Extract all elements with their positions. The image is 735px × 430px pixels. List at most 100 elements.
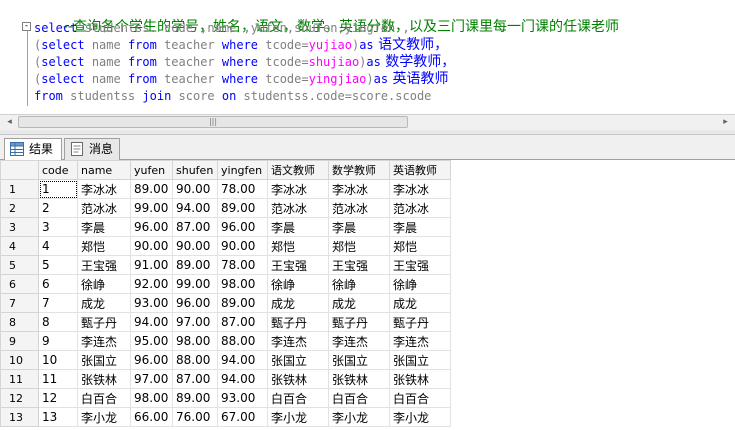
- table-cell[interactable]: 郑恺: [328, 236, 390, 256]
- table-cell[interactable]: 张铁林: [267, 369, 329, 389]
- table-cell[interactable]: 99.00: [172, 274, 218, 294]
- table-row[interactable]: 11 11 张铁林 97.00 87.00 94.00 张铁林 张铁林 张铁林: [0, 369, 451, 389]
- table-cell[interactable]: 12: [38, 388, 78, 408]
- table-cell[interactable]: 98.00: [217, 274, 268, 294]
- table-cell[interactable]: 张国立: [77, 350, 131, 370]
- table-cell[interactable]: 白百合: [328, 388, 390, 408]
- table-row[interactable]: 4 4 郑恺 90.00 90.00 90.00 郑恺 郑恺 郑恺: [0, 236, 451, 256]
- tab-messages[interactable]: 消息: [64, 138, 120, 160]
- row-number[interactable]: 2: [0, 198, 39, 218]
- table-cell[interactable]: 李冰冰: [267, 179, 329, 199]
- table-cell[interactable]: 郑恺: [77, 236, 131, 256]
- table-cell[interactable]: 87.00: [172, 369, 218, 389]
- row-number[interactable]: 9: [0, 331, 39, 351]
- table-cell[interactable]: 8: [38, 312, 78, 332]
- scroll-right-arrow-icon[interactable]: ▸: [718, 116, 733, 129]
- table-cell[interactable]: 90.00: [172, 179, 218, 199]
- row-number-header[interactable]: [0, 160, 39, 180]
- table-cell[interactable]: 78.00: [217, 179, 268, 199]
- table-cell[interactable]: 96.00: [130, 217, 173, 237]
- table-cell[interactable]: 成龙: [328, 293, 390, 313]
- table-cell[interactable]: 2: [38, 198, 78, 218]
- table-cell[interactable]: 89.00: [217, 198, 268, 218]
- row-number[interactable]: 10: [0, 350, 39, 370]
- table-row[interactable]: 5 5 王宝强 91.00 89.00 78.00 王宝强 王宝强 王宝强: [0, 255, 451, 275]
- column-header[interactable]: name: [77, 160, 131, 180]
- tab-results[interactable]: 结果: [4, 138, 62, 161]
- table-cell[interactable]: 李小龙: [267, 407, 329, 427]
- table-cell[interactable]: 89.00: [217, 293, 268, 313]
- table-cell[interactable]: 98.00: [172, 331, 218, 351]
- table-cell[interactable]: 89.00: [172, 255, 218, 275]
- sql-editor[interactable]: - --查询各个学生的学号，姓名，语文，数学，英语分数，以及三门课里每一门课的任…: [0, 0, 735, 114]
- table-cell[interactable]: 7: [38, 293, 78, 313]
- table-cell[interactable]: 88.00: [172, 350, 218, 370]
- column-header[interactable]: code: [38, 160, 78, 180]
- table-cell[interactable]: 96.00: [217, 217, 268, 237]
- table-row[interactable]: 8 8 甄子丹 94.00 97.00 87.00 甄子丹 甄子丹 甄子丹: [0, 312, 451, 332]
- table-cell[interactable]: 李小龙: [389, 407, 451, 427]
- table-cell[interactable]: 王宝强: [328, 255, 390, 275]
- table-cell[interactable]: 李连杰: [389, 331, 451, 351]
- table-cell[interactable]: 94.00: [217, 369, 268, 389]
- table-cell[interactable]: 93.00: [130, 293, 173, 313]
- collapse-toggle-icon[interactable]: -: [22, 22, 31, 31]
- table-cell[interactable]: 96.00: [172, 293, 218, 313]
- table-cell[interactable]: 范冰冰: [77, 198, 131, 218]
- table-cell[interactable]: 甄子丹: [389, 312, 451, 332]
- table-cell[interactable]: 99.00: [130, 198, 173, 218]
- table-cell[interactable]: 张国立: [328, 350, 390, 370]
- table-cell[interactable]: 徐峥: [267, 274, 329, 294]
- row-number[interactable]: 5: [0, 255, 39, 275]
- table-cell[interactable]: 87.00: [217, 312, 268, 332]
- table-cell[interactable]: 甄子丹: [267, 312, 329, 332]
- table-cell[interactable]: 9: [38, 331, 78, 351]
- column-header[interactable]: 英语教师: [389, 160, 451, 180]
- column-header[interactable]: shufen: [172, 160, 218, 180]
- table-cell[interactable]: 97.00: [172, 312, 218, 332]
- table-cell[interactable]: 白百合: [389, 388, 451, 408]
- table-cell[interactable]: 徐峥: [77, 274, 131, 294]
- column-header[interactable]: yingfen: [217, 160, 268, 180]
- table-cell[interactable]: 李冰冰: [77, 179, 131, 199]
- table-cell[interactable]: 郑恺: [267, 236, 329, 256]
- table-cell[interactable]: 范冰冰: [389, 198, 451, 218]
- table-cell[interactable]: 白百合: [267, 388, 329, 408]
- table-cell[interactable]: 94.00: [217, 350, 268, 370]
- table-cell[interactable]: 13: [38, 407, 78, 427]
- table-cell[interactable]: 94.00: [172, 198, 218, 218]
- scrollbar-thumb[interactable]: |||: [18, 116, 408, 128]
- table-cell[interactable]: 范冰冰: [328, 198, 390, 218]
- table-cell[interactable]: 李晨: [328, 217, 390, 237]
- table-cell[interactable]: 78.00: [217, 255, 268, 275]
- table-cell[interactable]: 张国立: [267, 350, 329, 370]
- table-cell[interactable]: 1: [38, 179, 78, 199]
- table-row[interactable]: 13 13 李小龙 66.00 76.00 67.00 李小龙 李小龙 李小龙: [0, 407, 451, 427]
- table-cell[interactable]: 10: [38, 350, 78, 370]
- table-cell[interactable]: 95.00: [130, 331, 173, 351]
- table-cell[interactable]: 4: [38, 236, 78, 256]
- table-cell[interactable]: 67.00: [217, 407, 268, 427]
- table-cell[interactable]: 徐峥: [389, 274, 451, 294]
- scroll-left-arrow-icon[interactable]: ◂: [2, 116, 17, 129]
- results-grid[interactable]: code name yufen shufen yingfen 语文教师 数学教师…: [0, 160, 735, 430]
- table-row[interactable]: 10 10 张国立 96.00 88.00 94.00 张国立 张国立 张国立: [0, 350, 451, 370]
- row-number[interactable]: 4: [0, 236, 39, 256]
- column-header[interactable]: 语文教师: [267, 160, 329, 180]
- table-cell[interactable]: 87.00: [172, 217, 218, 237]
- row-number[interactable]: 12: [0, 388, 39, 408]
- table-cell[interactable]: 3: [38, 217, 78, 237]
- table-cell[interactable]: 89.00: [172, 388, 218, 408]
- row-number[interactable]: 8: [0, 312, 39, 332]
- table-cell[interactable]: 李小龙: [328, 407, 390, 427]
- table-cell[interactable]: 11: [38, 369, 78, 389]
- table-cell[interactable]: 90.00: [172, 236, 218, 256]
- table-cell[interactable]: 76.00: [172, 407, 218, 427]
- table-cell[interactable]: 王宝强: [389, 255, 451, 275]
- table-cell[interactable]: 王宝强: [267, 255, 329, 275]
- row-number[interactable]: 6: [0, 274, 39, 294]
- table-row[interactable]: 3 3 李晨 96.00 87.00 96.00 李晨 李晨 李晨: [0, 217, 451, 237]
- table-cell[interactable]: 89.00: [130, 179, 173, 199]
- table-cell[interactable]: 5: [38, 255, 78, 275]
- table-cell[interactable]: 李连杰: [77, 331, 131, 351]
